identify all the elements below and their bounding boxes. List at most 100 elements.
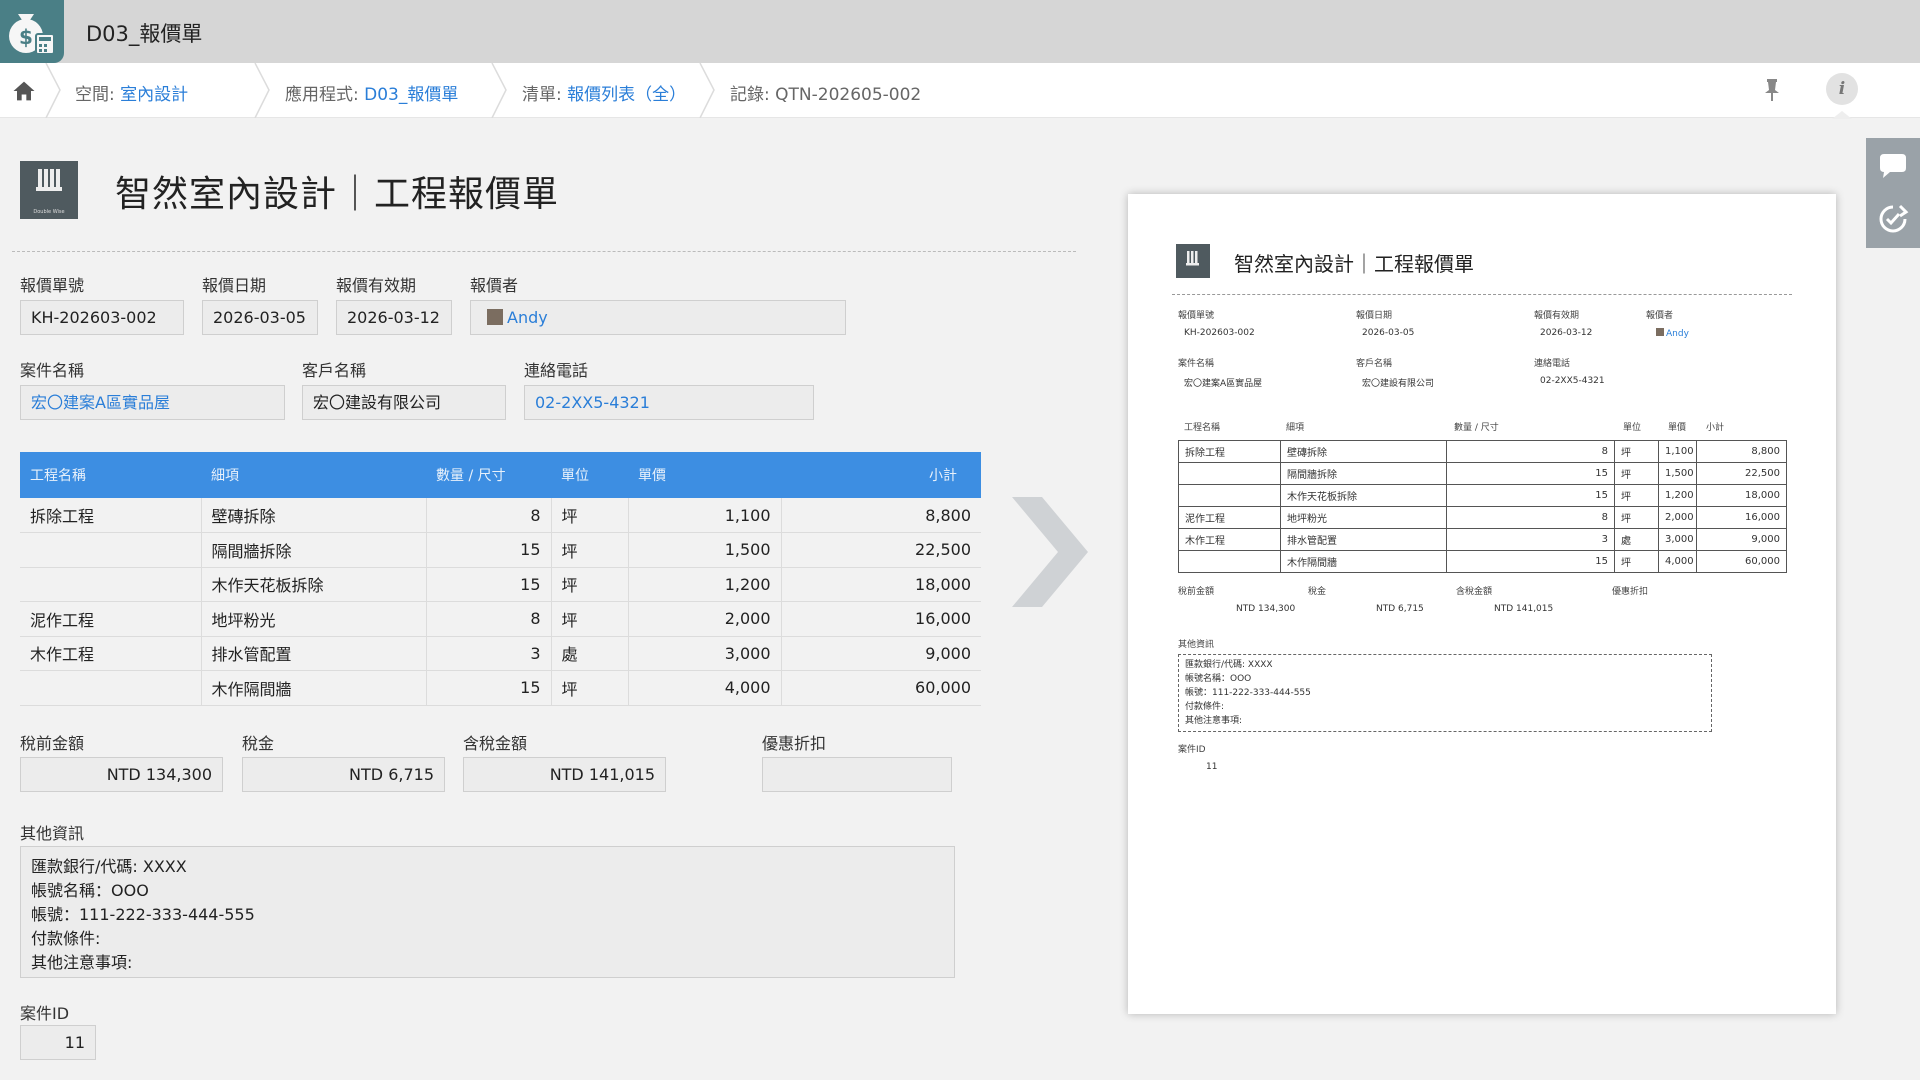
next-arrow-icon [1012,497,1088,607]
breadcrumb-space: 空間: 室內設計 [75,85,189,105]
preview-value: Andy [1656,328,1689,339]
cell-category [20,670,202,706]
cell-unit: 坪 [551,601,629,637]
cell-category [20,567,202,602]
other-info-textarea[interactable]: 匯款銀行/代碼: XXXX 帳號名稱：OOO 帳號：111-222-333-44… [20,846,955,978]
preview-value: 宏〇建案A區實品屋 [1184,379,1263,389]
preview-label: 報價有效期 [1534,311,1580,321]
breadcrumb-list-link[interactable]: 報價列表（全） [567,85,686,105]
cell-qty: 15 [426,567,552,602]
preview-logo [1176,244,1210,278]
home-icon[interactable] [10,77,38,105]
preview-table-row: 木作天花板拆除 15 坪 1,200 18,000 [1178,484,1787,507]
cell-unit: 處 [551,636,629,671]
preview-title: 智然室內設計｜工程報價單 [1234,252,1474,276]
comment-icon[interactable] [1876,150,1910,184]
cell-price: 2,000 [628,601,782,637]
client-name-field[interactable]: 宏〇建設有限公司 [302,385,506,420]
breadcrumb-list: 清單: 報價列表（全） [522,85,687,105]
page-title: 智然室內設計｜工程報價單 [115,174,560,215]
cell-subtotal: 18,000 [781,567,981,602]
breadcrumb-space-link[interactable]: 室內設計 [120,85,188,105]
breadcrumb-separator [45,63,61,118]
preview-column-header: 小計 [1706,423,1725,433]
preview-table-row: 隔間牆拆除 15 坪 1,500 22,500 [1178,462,1787,485]
quote-date-label: 報價日期 [202,276,267,295]
preview-items-table: 拆除工程 壁磚拆除 8 坪 1,100 8,800 隔間牆拆除 15 坪 1,500 22,500… [1178,440,1787,573]
history-icon[interactable] [1876,202,1910,236]
cell-unit: 坪 [551,670,629,706]
svg-text:$: $ [19,25,33,49]
breadcrumb: 空間: 室內設計 應用程式: D03_報價單 清單: 報價列表（全） 記錄: Q… [0,63,1920,119]
preview-value: 11 [1206,762,1218,772]
quoter-field[interactable]: Andy [470,300,846,335]
case-id-label: 案件ID [20,1004,70,1023]
valid-until-label: 報價有效期 [336,276,417,295]
preview-value: 2026-03-12 [1540,328,1593,338]
preview-label: 含稅金額 [1456,587,1493,597]
cell-category [20,532,202,568]
cell-unit: 坪 [551,498,629,533]
avatar [487,309,503,325]
preview-column-header: 數量 / 尺寸 [1454,423,1499,433]
column-header: 數量 / 尺寸 [426,452,551,498]
preview-value: NTD 141,015 [1494,604,1554,614]
info-icon[interactable]: i [1826,73,1858,105]
cell-price: 1,100 [628,498,782,533]
table-row: 拆除工程 壁磚拆除 8 坪 1,100 8,800 [20,498,981,533]
discount-field[interactable] [762,757,952,792]
case-id-field[interactable]: 11 [20,1025,96,1060]
case-name-field[interactable]: 宏〇建案A區實品屋 [20,385,285,420]
cell-qty: 3 [426,636,552,671]
pretax-label: 稅前金額 [20,734,85,753]
table-header: 工程名稱 細項 數量 / 尺寸 單位 單價 小計 [20,452,981,498]
cell-subtotal: 8,800 [781,498,981,533]
cell-category: 木作工程 [20,636,202,671]
with-tax-field[interactable]: NTD 141,015 [463,757,666,792]
quoter-name[interactable]: Andy [507,308,548,327]
preview-label: 報價單號 [1178,311,1215,321]
notes-line: 其他注意事項: [31,953,133,972]
breadcrumb-app-link[interactable]: D03_報價單 [364,85,458,105]
print-preview: 智然室內設計｜工程報價單 報價單號 KH-202603-002 報價日期 202… [1128,194,1836,1014]
company-logo: Double Wise [20,161,78,219]
cell-subtotal: 16,000 [781,601,981,637]
cell-item: 排水管配置 [201,636,427,671]
cell-price: 1,200 [628,567,782,602]
quote-date-field[interactable]: 2026-03-05 [202,300,318,335]
case-name-label: 案件名稱 [20,361,85,380]
valid-until-field[interactable]: 2026-03-12 [336,300,452,335]
preview-column-header: 工程名稱 [1184,423,1221,433]
column-header: 小計 [781,452,981,498]
cell-price: 1,500 [628,532,782,568]
preview-label: 稅前金額 [1178,587,1215,597]
cell-qty: 8 [426,498,552,533]
notes-line: 匯款銀行/代碼: XXXX [31,857,187,876]
preview-column-header: 細項 [1286,423,1305,433]
discount-label: 優惠折扣 [762,734,827,753]
preview-label: 連絡電話 [1534,359,1571,369]
app-title: D03_報價單 [86,22,203,46]
tax-field[interactable]: NTD 6,715 [242,757,445,792]
preview-label: 案件ID [1178,745,1206,755]
preview-value: NTD 6,715 [1376,604,1424,614]
column-header: 單位 [551,452,628,498]
cell-qty: 15 [426,670,552,706]
with-tax-label: 含稅金額 [463,734,528,753]
preview-label: 優惠折扣 [1612,587,1649,597]
money-bag-icon[interactable]: $ [0,0,64,63]
notes-line: 帳號：111-222-333-444-555 [31,905,255,924]
phone-field[interactable]: 02-2XX5-4321 [524,385,814,420]
table-row: 木作天花板拆除 15 坪 1,200 18,000 [20,567,981,602]
preview-value: KH-202603-002 [1184,328,1255,338]
pretax-field[interactable]: NTD 134,300 [20,757,223,792]
preview-table-row: 泥作工程 地坪粉光 8 坪 2,000 16,000 [1178,506,1787,529]
cell-item: 木作隔間牆 [201,670,427,706]
preview-column-header: 單位 [1623,423,1642,433]
column-header: 單價 [628,452,781,498]
pin-icon[interactable] [1762,77,1782,103]
quote-no-field[interactable]: KH-202603-002 [20,300,184,335]
table-row: 隔間牆拆除 15 坪 1,500 22,500 [20,532,981,568]
table-row: 泥作工程 地坪粉光 8 坪 2,000 16,000 [20,601,981,637]
preview-label: 報價者 [1646,311,1674,321]
